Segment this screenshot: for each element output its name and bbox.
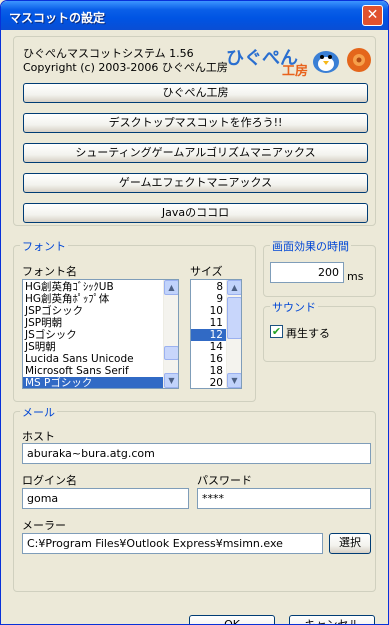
size-list-item[interactable]: 10 (191, 305, 226, 317)
link-button-desktop-mascot[interactable]: デスクトップマスコットを作ろう!! (23, 113, 368, 133)
footer-panel: OK キャンセル (13, 601, 376, 624)
ok-button[interactable]: OK (189, 615, 275, 624)
effect-time-unit: ms (347, 270, 364, 283)
font-group: フォント フォント名 サイズ HG創英角ｺﾞｼｯｸUB HG創英角ﾎﾟｯﾌﾟ体 JS… (13, 238, 256, 402)
font-list-item[interactable]: HG創英角ﾎﾟｯﾌﾟ体 (23, 293, 163, 305)
login-input[interactable]: goma (22, 488, 189, 509)
host-label: ホスト (22, 430, 55, 443)
font-list-item[interactable]: Lucida Sans Unicode (23, 353, 163, 365)
title-bar: マスコットの設定 ✕ (1, 1, 388, 30)
size-list-item[interactable]: 20 (191, 377, 226, 388)
size-list-item[interactable]: 16 (191, 353, 226, 365)
font-list-item[interactable]: JSP明朝 (23, 317, 163, 329)
size-list-item[interactable]: 12 (191, 329, 226, 341)
size-list-item[interactable]: 8 (191, 281, 226, 293)
link-button-higupen[interactable]: ひぐぺん工房 (23, 83, 368, 103)
font-list-scrollbar[interactable]: ▲ ▼ (163, 280, 178, 388)
scroll-thumb[interactable] (227, 297, 241, 339)
password-label: パスワード (197, 474, 252, 487)
sound-group: サウンド ✔ 再生する (263, 299, 376, 362)
window-title: マスコットの設定 (9, 11, 106, 25)
font-size-items: 8 9 10 11 12 14 16 18 20 (191, 281, 226, 388)
scroll-up-icon[interactable]: ▲ (164, 280, 178, 295)
size-list-item[interactable]: 11 (191, 317, 226, 329)
password-input[interactable]: **** (197, 488, 371, 509)
effect-time-group: 画面効果の時間 200 ms (263, 238, 376, 297)
font-list-item[interactable]: MS Pゴシック (23, 377, 163, 388)
font-group-label: フォント (20, 238, 68, 254)
logo-text-2: 工房 (282, 64, 309, 79)
cancel-button[interactable]: キャンセル (289, 615, 375, 624)
mail-group-label: メール (20, 404, 57, 420)
mail-group: メール ホスト aburaka~bura.atg.com ログイン名 goma … (13, 404, 376, 592)
login-label: ログイン名 (22, 474, 77, 487)
font-list-item[interactable]: JSPゴシック (23, 305, 163, 317)
dialog-body: ひぐぺんマスコットシステム 1.56 Copyright (c) 2003-20… (4, 30, 385, 624)
font-list-item[interactable]: JSゴシック (23, 329, 163, 341)
font-size-label: サイズ (190, 265, 223, 278)
size-list-scrollbar[interactable]: ▲ ▼ (226, 280, 241, 388)
effect-time-input[interactable]: 200 (270, 262, 344, 283)
penguin-mascot-icon (313, 51, 339, 73)
about-group: ひぐぺんマスコットシステム 1.56 Copyright (c) 2003-20… (13, 36, 376, 226)
mailer-input[interactable]: C:¥Program Files¥Outlook Express¥msimn.e… (22, 533, 323, 554)
close-button[interactable]: ✕ (362, 5, 383, 26)
font-name-label: フォント名 (22, 265, 77, 278)
size-list-item[interactable]: 14 (191, 341, 226, 353)
font-name-items: HG創英角ｺﾞｼｯｸUB HG創英角ﾎﾟｯﾌﾟ体 JSPゴシック JSP明朝 JSゴシッ… (23, 281, 163, 388)
scroll-thumb[interactable] (164, 346, 178, 360)
settings-dialog: マスコットの設定 ✕ ひぐぺんマスコットシステム 1.56 Copyright … (0, 0, 389, 625)
size-list-item[interactable]: 18 (191, 365, 226, 377)
link-button-shooting-algorithm[interactable]: シューティングゲームアルゴリズムマニアックス (23, 143, 368, 163)
scroll-down-icon[interactable]: ▼ (164, 373, 178, 388)
snail-mascot-icon (347, 48, 371, 72)
font-size-list[interactable]: 8 9 10 11 12 14 16 18 20 ▲ ▼ (190, 279, 242, 389)
host-input[interactable]: aburaka~bura.atg.com (22, 443, 371, 464)
copyright-text: Copyright (c) 2003-2006 ひぐぺん工房 (23, 61, 228, 74)
font-list-item[interactable]: JS明朝 (23, 341, 163, 353)
play-sound-label: 再生する (286, 327, 330, 340)
logo-image: ひぐぺん 工房 (224, 40, 374, 79)
size-list-item[interactable]: 9 (191, 293, 226, 305)
link-button-game-effect[interactable]: ゲームエフェクトマニアックス (23, 173, 368, 193)
effect-time-label: 画面効果の時間 (270, 238, 351, 254)
font-list-item[interactable]: Microsoft Sans Serif (23, 365, 163, 377)
scroll-down-icon[interactable]: ▼ (227, 373, 241, 388)
font-list-item[interactable]: HG創英角ｺﾞｼｯｸUB (23, 281, 163, 293)
mailer-label: メーラー (22, 519, 66, 532)
sound-group-label: サウンド (270, 299, 318, 315)
scroll-up-icon[interactable]: ▲ (227, 280, 241, 295)
select-mailer-button[interactable]: 選択 (329, 533, 371, 554)
play-sound-checkbox[interactable]: ✔ (270, 325, 283, 338)
font-name-list[interactable]: HG創英角ｺﾞｼｯｸUB HG創英角ﾎﾟｯﾌﾟ体 JSPゴシック JSP明朝 JSゴシッ… (22, 279, 179, 389)
link-button-java[interactable]: Javaのココロ (23, 203, 368, 223)
